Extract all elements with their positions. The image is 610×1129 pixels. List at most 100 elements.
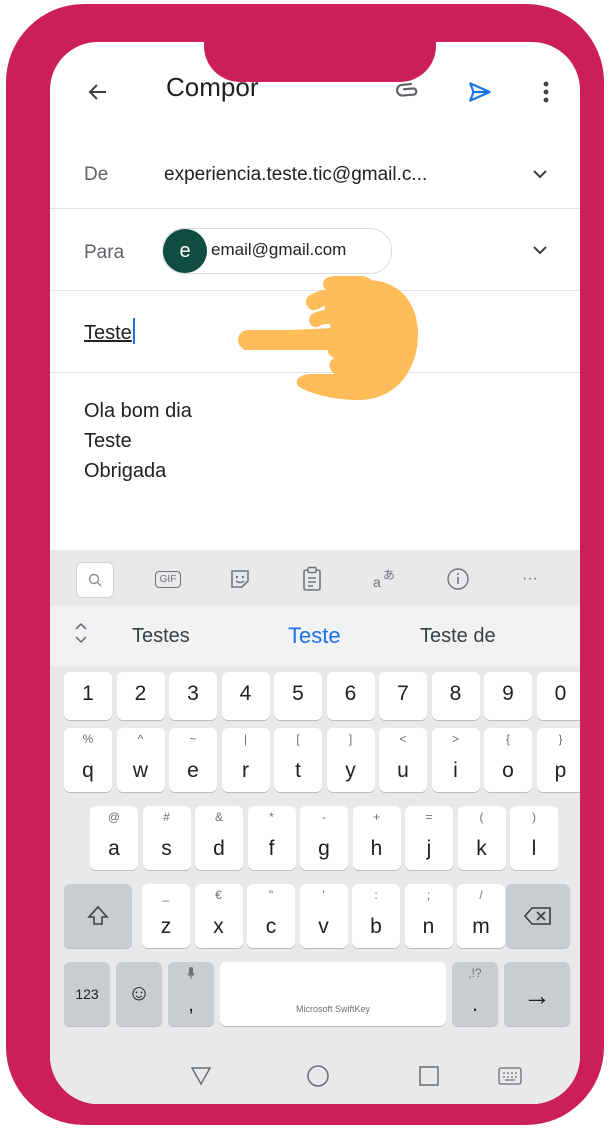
enter-key[interactable]: → xyxy=(504,962,570,1026)
key-z[interactable]: _ z xyxy=(142,884,190,948)
search-icon[interactable] xyxy=(76,562,114,598)
keyboard: GIF aあ ··· Testes Teste Teste de 1 2 3 4… xyxy=(50,550,580,1104)
key-hint: = xyxy=(425,810,433,824)
key-5[interactable]: 5 xyxy=(274,672,322,720)
key-u[interactable]: < u xyxy=(379,728,427,792)
suggestion-item[interactable]: Teste de xyxy=(420,625,496,648)
clipboard-icon[interactable] xyxy=(294,562,330,596)
key-h[interactable]: + h xyxy=(352,806,401,870)
key-2[interactable]: 2 xyxy=(116,672,165,720)
recipient-chip[interactable]: e email@gmail.com xyxy=(162,228,392,274)
key-hint: [ xyxy=(296,732,300,746)
key-s[interactable]: # s xyxy=(142,806,191,870)
period-key[interactable]: ,!?. xyxy=(452,962,498,1026)
key-hint: ' xyxy=(322,888,325,902)
key-y[interactable]: ] y xyxy=(326,728,375,792)
send-icon[interactable] xyxy=(462,74,498,110)
chevron-down-icon[interactable] xyxy=(528,162,552,186)
key-label: 9 xyxy=(502,682,514,705)
subject-field[interactable]: Teste xyxy=(84,318,135,345)
backspace-key[interactable] xyxy=(506,884,570,948)
recents-square-icon[interactable] xyxy=(418,1065,440,1092)
key-label: s xyxy=(161,837,172,860)
more-vert-icon[interactable] xyxy=(534,74,558,110)
phone-screen: Compor De experiencia.teste.tic@gmail.c.… xyxy=(50,42,580,1104)
key-c[interactable]: " c xyxy=(247,884,295,948)
key-i[interactable]: > i xyxy=(431,728,480,792)
key-label: b xyxy=(370,915,382,938)
suggestion-item[interactable]: Teste xyxy=(288,623,341,649)
back-triangle-icon[interactable] xyxy=(190,1066,212,1091)
gif-icon[interactable]: GIF xyxy=(150,562,186,596)
key-label: x xyxy=(213,915,224,938)
subject-text: Teste xyxy=(84,322,132,344)
key-k[interactable]: (k xyxy=(457,806,506,870)
key-w[interactable]: ^ w xyxy=(116,728,165,792)
key-4[interactable]: 4 xyxy=(221,672,270,720)
key-9[interactable]: 9 xyxy=(484,672,532,720)
body-line[interactable]: Ola bom dia xyxy=(84,400,192,423)
shift-key[interactable] xyxy=(64,884,132,948)
key-1[interactable]: 1 xyxy=(64,672,112,720)
key-l[interactable]: ) l xyxy=(510,806,558,870)
info-icon[interactable] xyxy=(440,562,476,596)
translate-icon[interactable]: aあ xyxy=(366,562,402,596)
phone-notch xyxy=(204,8,436,82)
key-m[interactable]: / m xyxy=(457,884,505,948)
key-e[interactable]: ~ e xyxy=(169,728,217,792)
key-j[interactable]: = j xyxy=(405,806,453,870)
key-q[interactable]: % q xyxy=(64,728,112,792)
from-address[interactable]: experiencia.teste.tic@gmail.c... xyxy=(164,164,427,186)
more-horiz-icon[interactable]: ··· xyxy=(512,562,548,596)
key-f[interactable]: * f xyxy=(247,806,296,870)
key-hint: } xyxy=(558,732,563,746)
key-d[interactable]: & d xyxy=(195,806,243,870)
home-circle-icon[interactable] xyxy=(306,1064,330,1093)
key-0[interactable]: 0 xyxy=(536,672,580,720)
key-b[interactable]: :b xyxy=(352,884,400,948)
key-label: z xyxy=(160,915,172,938)
key-hint: | xyxy=(243,732,248,746)
key-3[interactable]: 3 xyxy=(169,672,217,720)
key-g[interactable]: -g xyxy=(300,806,348,870)
key-label: u xyxy=(397,759,409,782)
key-t[interactable]: [t xyxy=(274,728,322,792)
sticker-icon[interactable] xyxy=(222,562,258,596)
svg-text:あ: あ xyxy=(383,568,395,582)
space-key[interactable]: Microsoft SwiftKey xyxy=(220,962,446,1026)
key-p[interactable]: } p xyxy=(536,728,580,792)
key-label: n xyxy=(422,915,435,938)
key-x[interactable]: € x xyxy=(194,884,243,948)
keyboard-icon[interactable] xyxy=(498,1067,522,1090)
key-label: 8 xyxy=(449,682,462,705)
key-hint: @ xyxy=(107,810,121,824)
key-o[interactable]: {o xyxy=(484,728,532,792)
key-7[interactable]: 7 xyxy=(379,672,427,720)
divider xyxy=(50,208,580,209)
phone-frame: Compor De experiencia.teste.tic@gmail.c.… xyxy=(6,4,604,1125)
space-label: Microsoft SwiftKey xyxy=(295,1004,371,1014)
body-line[interactable]: Teste xyxy=(84,430,132,453)
key-label: 3 xyxy=(187,682,199,705)
chevron-down-icon[interactable] xyxy=(528,238,552,262)
back-arrow-icon[interactable] xyxy=(80,74,116,110)
pointing-hand-icon xyxy=(238,276,418,400)
key-v[interactable]: ' v xyxy=(299,884,348,948)
key-a[interactable]: @ a xyxy=(90,806,138,870)
key-6[interactable]: 6 xyxy=(326,672,375,720)
key-n[interactable]: ; n xyxy=(404,884,453,948)
key-r[interactable]: | r xyxy=(221,728,270,792)
suggestion-item[interactable]: Testes xyxy=(132,625,190,648)
key-label: 123 xyxy=(75,986,99,1002)
collapse-icon[interactable] xyxy=(74,622,88,649)
emoji-key[interactable]: ☺ xyxy=(116,962,162,1026)
key-label: r xyxy=(242,759,249,782)
system-nav-bar xyxy=(50,1052,580,1104)
numbers-key[interactable]: 123 xyxy=(64,962,110,1026)
comma-key[interactable]: , xyxy=(168,962,214,1026)
from-label: De xyxy=(84,164,109,185)
key-hint: ,!? xyxy=(468,966,482,980)
key-label: 7 xyxy=(397,682,409,705)
key-8[interactable]: 8 xyxy=(431,672,480,720)
body-line[interactable]: Obrigada xyxy=(84,460,166,483)
